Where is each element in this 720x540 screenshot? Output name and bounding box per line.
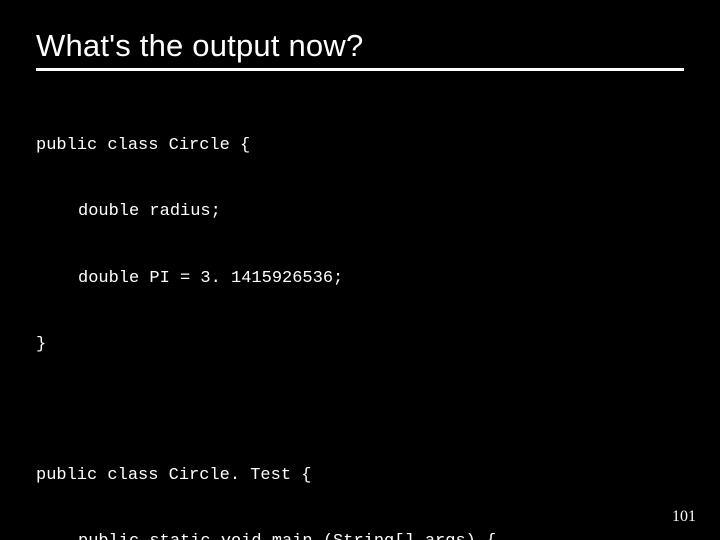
code-block-circletest: public class Circle. Test { public stati… (36, 420, 684, 540)
slide: What's the output now? public class Circ… (0, 0, 720, 540)
code-line: public class Circle. Test { (36, 465, 684, 487)
title-divider (36, 68, 684, 71)
code-line: public class Circle { (36, 135, 684, 157)
page-number: 101 (672, 508, 696, 526)
code-line: public static void main (String[] args) … (36, 531, 684, 540)
code-line: double PI = 3. 1415926536; (36, 268, 684, 290)
slide-title: What's the output now? (36, 28, 684, 64)
code-block-circle: public class Circle { double radius; dou… (36, 91, 684, 400)
code-line: double radius; (36, 201, 684, 223)
code-line: } (36, 334, 684, 356)
